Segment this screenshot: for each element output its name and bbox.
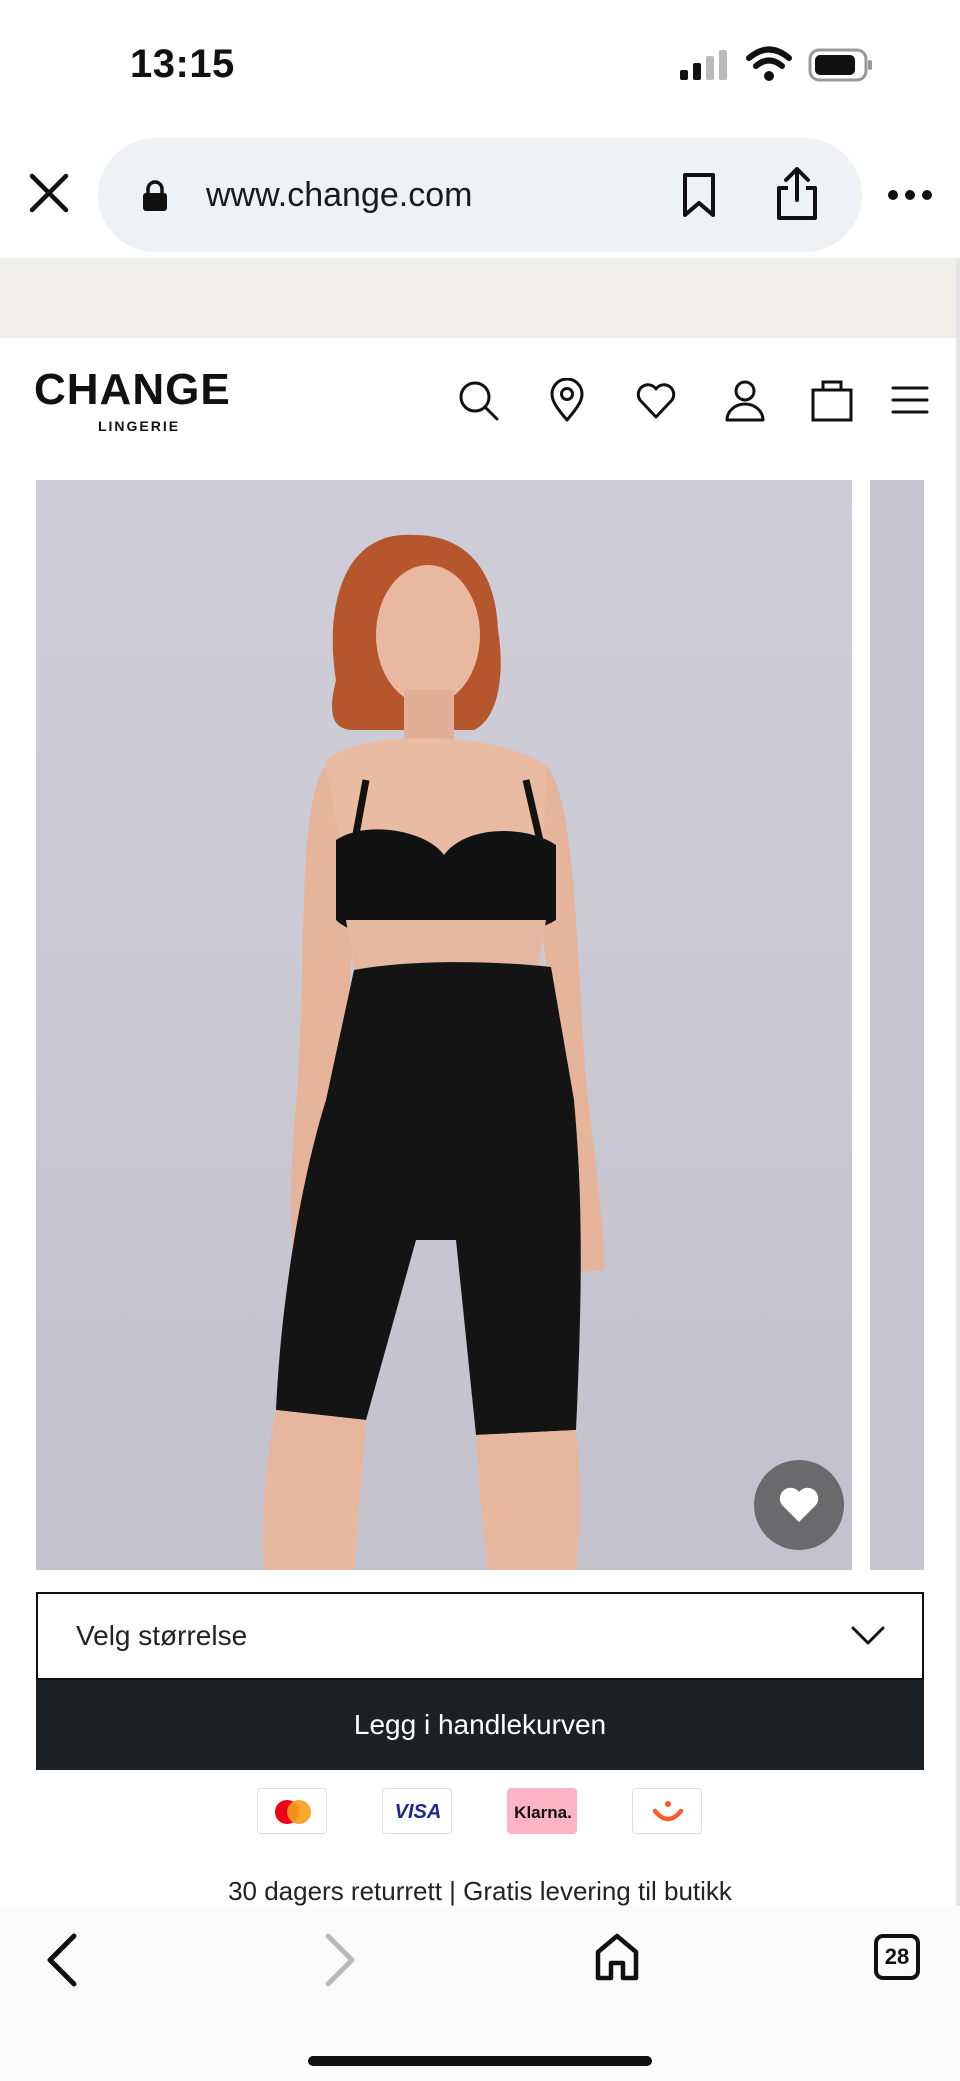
chevron-down-icon [851,1626,885,1645]
payment-methods: VISA Klarna. [0,1788,960,1836]
vipps-icon [632,1788,702,1834]
size-select-label: Velg størrelse [76,1620,248,1651]
site-header: CHANGE LINGERIE [0,338,960,458]
brand-tagline: LINGERIE [97,418,181,434]
brand-logo[interactable]: CHANGE LINGERIE [34,365,244,435]
page: 13:15 www.change.com CHANGE LINGERIE Vel… [0,0,960,2081]
tab-count: 28 [884,1944,910,1969]
wishlist-icon[interactable] [634,378,678,422]
address-bar[interactable]: www.change.com [98,138,862,252]
battery-icon [808,48,872,82]
product-image[interactable] [36,480,852,1570]
forward-arrow-icon[interactable] [320,1932,360,1988]
tabs-button[interactable]: 28 [874,1934,920,1980]
browser-url-row: www.change.com [0,130,960,258]
model-photo [263,534,605,1570]
brand-name: CHANGE [34,365,231,414]
back-arrow-icon[interactable] [42,1932,82,1988]
more-options-icon[interactable] [886,188,934,202]
search-icon[interactable] [456,378,500,422]
klarna-icon: Klarna. [507,1788,577,1834]
home-indicator [308,2056,652,2066]
mastercard-icon [257,1788,327,1834]
url-text: www.change.com [206,176,473,214]
next-product-image[interactable] [870,480,924,1570]
close-icon[interactable] [26,170,72,216]
add-to-wishlist-button[interactable] [754,1460,844,1550]
browser-bottom-bar: 28 [0,1906,960,2081]
visa-icon: VISA [382,1788,452,1834]
cellular-signal-icon [680,50,727,80]
lock-icon [143,180,167,211]
bookmark-icon[interactable] [680,172,718,218]
account-icon[interactable] [723,378,767,422]
share-icon[interactable] [774,166,820,222]
home-icon[interactable] [594,1932,640,1982]
heart-icon [779,1487,819,1522]
status-bar: 13:15 [0,0,960,130]
menu-icon[interactable] [888,378,932,422]
add-to-cart-button[interactable]: Legg i handlekurven [36,1680,924,1770]
klarna-label: Klarna. [514,1803,572,1822]
cart-icon[interactable] [810,378,854,422]
promo-banner [0,258,960,338]
visa-label: VISA [394,1801,442,1823]
store-locator-icon[interactable] [545,378,589,422]
status-time: 13:15 [130,42,235,86]
usp-text: 30 dagers returrett | Gratis levering ti… [228,1876,732,1906]
size-select[interactable]: Velg størrelse [36,1592,924,1680]
wifi-icon [746,46,792,81]
